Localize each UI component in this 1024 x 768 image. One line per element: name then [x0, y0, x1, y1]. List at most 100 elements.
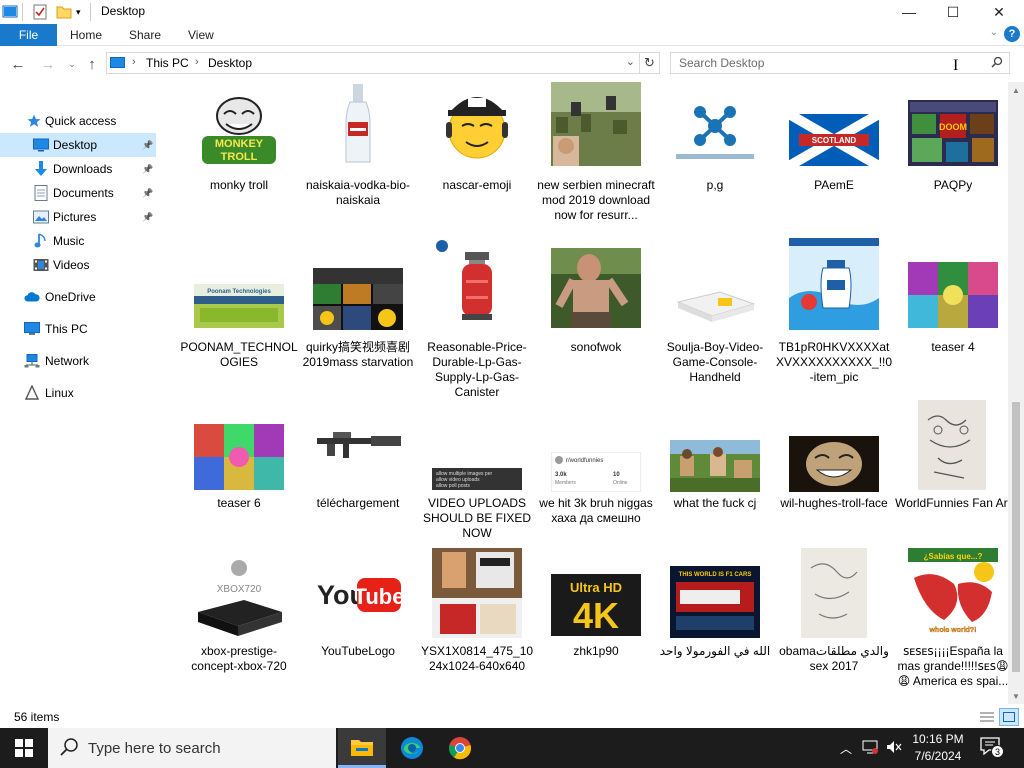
file-thumbnail[interactable]	[551, 248, 641, 328]
file-thumbnail[interactable]: THIS WORLD IS F1 CARS	[670, 566, 760, 638]
file-thumbnail[interactable]: XBOX720	[194, 556, 284, 638]
breadcrumb-chevron-icon[interactable]: ›	[132, 56, 136, 68]
file-thumbnail[interactable]	[432, 548, 522, 638]
maximize-button[interactable]: ☐	[930, 0, 976, 24]
file-name[interactable]: monky troll	[180, 178, 298, 193]
file-thumbnail[interactable]: r/worldfunnies 3.0k Members 10 Online	[551, 452, 641, 492]
file-name[interactable]: new serbien minecraft mod 2019 download …	[537, 178, 655, 223]
address-bar[interactable]: › This PC › Desktop ⌄	[106, 52, 640, 74]
sidebar-item-pictures[interactable]: Pictures 📌	[0, 205, 156, 229]
file-name[interactable]: teaser 4	[894, 340, 1008, 355]
network-status-icon[interactable]	[862, 740, 878, 757]
file-thumbnail[interactable]: ¿Sabías que...? whole world?!	[908, 548, 998, 638]
file-name[interactable]: wil-hughes-troll-face	[775, 496, 893, 511]
help-button[interactable]: ?	[1004, 26, 1020, 42]
file-name[interactable]: YSX1X0814_475_1024x1024-640x640	[418, 644, 536, 674]
sidebar-item-onedrive[interactable]: OneDrive	[0, 285, 156, 309]
file-thumbnail[interactable]: Ultra HD 4K	[551, 574, 641, 636]
tab-file[interactable]: File	[0, 24, 57, 46]
up-arrow-icon[interactable]: ↑	[82, 54, 102, 74]
file-thumbnail[interactable]	[313, 402, 403, 490]
file-thumbnail[interactable]	[432, 236, 522, 324]
file-name[interactable]: xbox-prestige-concept-xbox-720	[180, 644, 298, 674]
sidebar-item-downloads[interactable]: Downloads 📌	[0, 157, 156, 181]
file-thumbnail[interactable]	[908, 400, 998, 490]
search-box[interactable]	[670, 52, 1010, 74]
file-thumbnail[interactable]	[789, 548, 879, 638]
file-thumbnail[interactable]: MONKEY TROLL	[194, 94, 284, 168]
sidebar-item-desktop[interactable]: Desktop 📌	[0, 133, 156, 157]
file-thumbnail[interactable]	[432, 82, 522, 166]
tab-share[interactable]: Share	[129, 28, 161, 42]
file-thumbnail[interactable]	[670, 272, 760, 328]
file-name[interactable]: VIDEO UPLOADS SHOULD BE FIXED NOW	[418, 496, 536, 541]
file-thumbnail[interactable]: You Tube	[313, 548, 403, 638]
file-name[interactable]: PAQPy	[894, 178, 1008, 193]
file-name[interactable]: quirky搞笑视频喜剧2019mass starvation	[299, 340, 417, 370]
file-name[interactable]: PAemE	[775, 178, 893, 193]
file-thumbnail[interactable]	[789, 238, 879, 330]
file-name[interactable]: naiskaia-vodka-bio-naiskaia	[299, 178, 417, 208]
taskbar-edge[interactable]	[388, 728, 436, 768]
file-name[interactable]: zhk1p90	[537, 644, 655, 659]
system-clock[interactable]: 10:16 PM 7/6/2024	[900, 731, 976, 765]
tab-home[interactable]: Home	[70, 28, 102, 42]
file-name[interactable]: teaser 6	[180, 496, 298, 511]
file-name[interactable]: الله في الفورمولا واحد	[656, 644, 774, 659]
start-button[interactable]	[0, 728, 48, 768]
search-input[interactable]	[671, 53, 981, 73]
vertical-scrollbar[interactable]: ▲ ▼	[1008, 82, 1024, 704]
details-view-icon[interactable]	[978, 708, 996, 726]
customize-toolbar-icon[interactable]: ▾	[76, 7, 81, 18]
sidebar-item-this-pc[interactable]: This PC	[0, 317, 156, 341]
breadcrumb-desktop[interactable]: Desktop	[208, 56, 252, 70]
breadcrumb-this-pc[interactable]: This PC	[146, 56, 189, 70]
file-thumbnail[interactable]	[670, 440, 760, 492]
minimize-button[interactable]: —	[886, 0, 932, 24]
taskbar-file-explorer[interactable]	[338, 728, 386, 768]
file-thumbnail[interactable]	[670, 92, 760, 166]
scroll-down-arrow-icon[interactable]: ▼	[1008, 688, 1024, 704]
file-name[interactable]: p,g	[656, 178, 774, 193]
sidebar-item-network[interactable]: Network	[0, 349, 156, 373]
file-name[interactable]: TB1pR0HKVXXXXatXVXXXXXXXXXX_!!0-item_pic	[775, 340, 893, 385]
taskbar-search-box[interactable]: Type here to search	[48, 728, 336, 768]
properties-icon[interactable]	[32, 4, 48, 23]
file-name[interactable]: POONAM_TECHNOLOGIES	[180, 340, 298, 370]
file-thumbnail[interactable]: DOOM	[908, 100, 998, 166]
forward-arrow-icon[interactable]: →	[38, 54, 58, 74]
file-thumbnail[interactable]: SCOTLAND	[789, 114, 879, 166]
recent-locations-chevron-icon[interactable]: ⌄	[62, 54, 82, 74]
notification-center-button[interactable]: 3	[980, 737, 1004, 759]
file-thumbnail[interactable]	[908, 262, 998, 328]
expand-ribbon-chevron-icon[interactable]: ⌄	[990, 27, 998, 38]
sidebar-item-documents[interactable]: Documents 📌	[0, 181, 156, 205]
scroll-up-arrow-icon[interactable]: ▲	[1008, 82, 1024, 98]
file-name[interactable]: YouTubeLogo	[299, 644, 417, 659]
sidebar-item-linux[interactable]: Linux	[0, 381, 156, 405]
sidebar-item-videos[interactable]: Videos	[0, 253, 156, 277]
file-thumbnail[interactable]: Poonam Technologies	[194, 284, 284, 328]
file-name[interactable]: téléchargement	[299, 496, 417, 511]
file-thumbnail[interactable]	[313, 82, 403, 166]
file-name[interactable]: ꜱᴇꜱᴇꜱ¡¡¡¡España la mas grande!!!!!ꜱᴇꜱ😩😩 …	[894, 644, 1008, 689]
back-arrow-icon[interactable]: ←	[8, 54, 28, 74]
file-name[interactable]: what the fuck cj	[656, 496, 774, 511]
new-folder-icon[interactable]	[56, 4, 72, 23]
file-thumbnail[interactable]	[194, 424, 284, 490]
taskbar-chrome[interactable]	[436, 728, 484, 768]
refresh-button[interactable]: ↻	[640, 52, 660, 74]
file-thumbnail[interactable]	[789, 436, 879, 492]
file-name[interactable]: Soulja-Boy-Video-Game-Console-Handheld	[656, 340, 774, 385]
breadcrumb-chevron-icon[interactable]: ›	[195, 56, 199, 68]
sidebar-item-quick-access[interactable]: Quick access	[0, 109, 156, 133]
file-thumbnail[interactable]	[313, 268, 403, 330]
file-name[interactable]: WorldFunnies Fan Art	[894, 496, 1008, 511]
file-name[interactable]: nascar-emoji	[418, 178, 536, 193]
search-icon[interactable]	[991, 56, 1003, 71]
file-name[interactable]: والدي مطلقاتobama sex 2017	[775, 644, 893, 674]
address-dropdown-chevron-icon[interactable]: ⌄	[626, 55, 635, 68]
file-name[interactable]: sonofwok	[537, 340, 655, 355]
tab-view[interactable]: View	[188, 28, 214, 42]
close-button[interactable]: ✕	[976, 0, 1022, 24]
